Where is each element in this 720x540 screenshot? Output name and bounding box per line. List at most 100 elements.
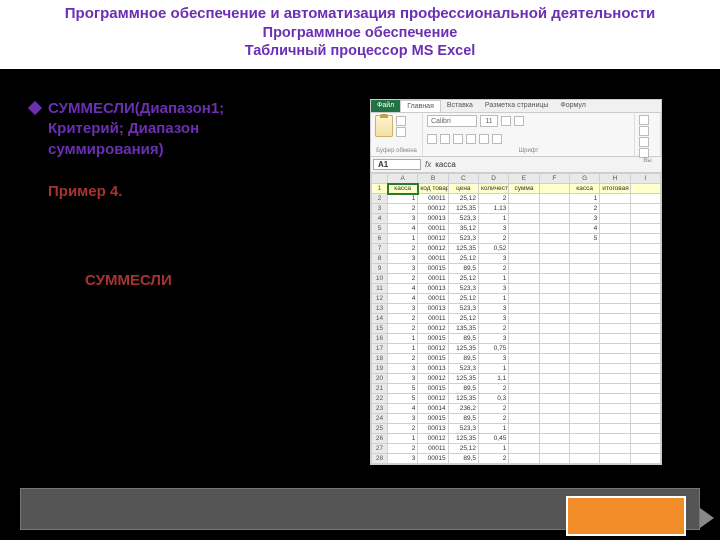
cell[interactable]: 3 bbox=[478, 284, 508, 294]
cell[interactable] bbox=[509, 204, 539, 214]
cell[interactable] bbox=[539, 254, 569, 264]
row-header[interactable]: 26 bbox=[372, 434, 388, 444]
tab-formulas[interactable]: Формул bbox=[554, 100, 591, 112]
header-cell[interactable] bbox=[630, 184, 660, 194]
cell[interactable] bbox=[569, 304, 599, 314]
cell[interactable] bbox=[600, 454, 630, 464]
cell[interactable] bbox=[569, 324, 599, 334]
cell[interactable]: 523,3 bbox=[448, 214, 478, 224]
cell[interactable] bbox=[509, 444, 539, 454]
cell[interactable] bbox=[539, 384, 569, 394]
row-header[interactable]: 23 bbox=[372, 404, 388, 414]
cell[interactable]: 1 bbox=[478, 274, 508, 284]
cell[interactable]: 1 bbox=[388, 344, 418, 354]
cell[interactable]: 00011 bbox=[418, 314, 448, 324]
cell[interactable] bbox=[600, 234, 630, 244]
cell[interactable]: 0,45 bbox=[478, 434, 508, 444]
cell[interactable] bbox=[600, 314, 630, 324]
row-header[interactable]: 15 bbox=[372, 324, 388, 334]
fx-icon[interactable]: fx bbox=[425, 160, 431, 169]
row-header[interactable]: 3 bbox=[372, 204, 388, 214]
cell[interactable]: 3 bbox=[478, 334, 508, 344]
cell[interactable] bbox=[569, 374, 599, 384]
header-cell[interactable]: сумма bbox=[509, 184, 539, 194]
cell[interactable] bbox=[569, 334, 599, 344]
cell[interactable] bbox=[539, 454, 569, 464]
cell[interactable] bbox=[509, 314, 539, 324]
cell[interactable] bbox=[600, 324, 630, 334]
cell[interactable] bbox=[569, 444, 599, 454]
cell[interactable]: 2 bbox=[388, 314, 418, 324]
cell[interactable] bbox=[569, 274, 599, 284]
cell[interactable] bbox=[630, 334, 660, 344]
row-header[interactable]: 2 bbox=[372, 194, 388, 204]
row-header[interactable]: 14 bbox=[372, 314, 388, 324]
cell[interactable] bbox=[630, 414, 660, 424]
cell[interactable] bbox=[569, 264, 599, 274]
cell[interactable] bbox=[509, 304, 539, 314]
cell[interactable]: 2 bbox=[388, 424, 418, 434]
col-header-B[interactable]: B bbox=[418, 174, 448, 184]
cell[interactable] bbox=[539, 244, 569, 254]
cell[interactable]: 00015 bbox=[418, 264, 448, 274]
name-box[interactable]: A1 bbox=[373, 159, 421, 170]
cell[interactable]: 00015 bbox=[418, 354, 448, 364]
cell[interactable] bbox=[509, 374, 539, 384]
cell[interactable] bbox=[630, 234, 660, 244]
cell[interactable]: 25,12 bbox=[448, 194, 478, 204]
cell[interactable] bbox=[600, 424, 630, 434]
corner-cell[interactable] bbox=[372, 174, 388, 184]
formula-bar-value[interactable]: касса bbox=[435, 160, 456, 169]
cell[interactable] bbox=[509, 224, 539, 234]
cell[interactable]: 3 bbox=[388, 214, 418, 224]
row-header[interactable]: 17 bbox=[372, 344, 388, 354]
cell[interactable]: 00011 bbox=[418, 194, 448, 204]
cell[interactable] bbox=[539, 214, 569, 224]
cell[interactable]: 2 bbox=[478, 384, 508, 394]
next-arrow-icon[interactable] bbox=[700, 508, 714, 528]
cell[interactable] bbox=[630, 404, 660, 414]
cell[interactable] bbox=[630, 294, 660, 304]
cell[interactable] bbox=[539, 344, 569, 354]
cell[interactable] bbox=[600, 224, 630, 234]
cell[interactable]: 3 bbox=[478, 304, 508, 314]
font-size-select[interactable]: 11 bbox=[480, 115, 498, 127]
cell[interactable]: 4 bbox=[569, 224, 599, 234]
cell[interactable] bbox=[630, 424, 660, 434]
cell[interactable]: 523,3 bbox=[448, 234, 478, 244]
row-header[interactable]: 11 bbox=[372, 284, 388, 294]
cell[interactable]: 00015 bbox=[418, 334, 448, 344]
copy-icon[interactable] bbox=[396, 127, 406, 137]
cell[interactable]: 00013 bbox=[418, 304, 448, 314]
cell[interactable] bbox=[600, 274, 630, 284]
col-header-D[interactable]: D bbox=[478, 174, 508, 184]
cell[interactable] bbox=[630, 314, 660, 324]
cell[interactable]: 00011 bbox=[418, 274, 448, 284]
cell[interactable]: 125,35 bbox=[448, 344, 478, 354]
cell[interactable]: 00012 bbox=[418, 394, 448, 404]
cell[interactable] bbox=[600, 294, 630, 304]
cell[interactable] bbox=[569, 284, 599, 294]
italic-icon[interactable] bbox=[440, 134, 450, 144]
cell[interactable]: 523,3 bbox=[448, 304, 478, 314]
cell[interactable] bbox=[509, 364, 539, 374]
cell[interactable] bbox=[600, 284, 630, 294]
cell[interactable] bbox=[600, 244, 630, 254]
cell[interactable]: 3 bbox=[388, 414, 418, 424]
row-header[interactable]: 12 bbox=[372, 294, 388, 304]
cell[interactable]: 1 bbox=[478, 424, 508, 434]
cell[interactable] bbox=[600, 204, 630, 214]
cell[interactable] bbox=[569, 394, 599, 404]
fill-color-icon[interactable] bbox=[479, 134, 489, 144]
cell[interactable]: 3 bbox=[478, 224, 508, 234]
cell[interactable] bbox=[509, 454, 539, 464]
row-header[interactable]: 18 bbox=[372, 354, 388, 364]
cell[interactable]: 4 bbox=[388, 294, 418, 304]
row-header[interactable]: 28 bbox=[372, 454, 388, 464]
cell[interactable]: 523,3 bbox=[448, 284, 478, 294]
cell[interactable]: 00011 bbox=[418, 224, 448, 234]
cell[interactable] bbox=[630, 454, 660, 464]
cell[interactable]: 25,12 bbox=[448, 444, 478, 454]
cell[interactable]: 125,35 bbox=[448, 374, 478, 384]
cell[interactable] bbox=[600, 384, 630, 394]
